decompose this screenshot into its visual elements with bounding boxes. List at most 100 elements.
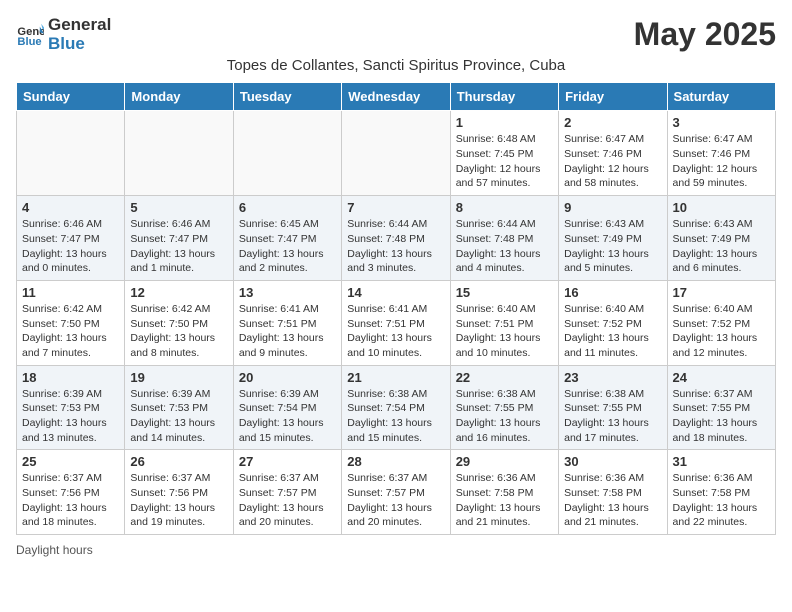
day-header-thursday: Thursday	[450, 83, 558, 111]
calendar-cell: 18 Sunrise: 6:39 AM Sunset: 7:53 PM Dayli…	[17, 365, 125, 450]
day-info: Sunrise: 6:40 AM Sunset: 7:52 PM Dayligh…	[673, 303, 758, 359]
svg-text:Blue: Blue	[17, 35, 41, 47]
calendar-cell: 25Sunrise: 6:37 AM Sunset: 7:56 PM Dayli…	[17, 450, 125, 535]
day-number: 22	[456, 370, 553, 385]
calendar-cell: 2Sunrise: 6:47 AM Sunset: 7:46 PM Daylig…	[559, 111, 667, 196]
day-info: Sunrise: 6:39 AM Sunset: 7:54 PM Dayligh…	[239, 388, 324, 444]
calendar-week-4: 18 Sunrise: 6:39 AM Sunset: 7:53 PM Dayli…	[17, 365, 776, 450]
page-header: General Blue General Blue May 2025	[16, 16, 776, 53]
calendar-cell: 22 Sunrise: 6:38 AM Sunset: 7:55 PM Dayli…	[450, 365, 558, 450]
calendar-cell: 7Sunrise: 6:44 AM Sunset: 7:48 PM Daylig…	[342, 196, 450, 281]
day-number: 17	[673, 285, 770, 300]
calendar-cell: 30 Sunrise: 6:36 AM Sunset: 7:58 PM Dayli…	[559, 450, 667, 535]
calendar-cell: 15 Sunrise: 6:40 AM Sunset: 7:51 PM Dayli…	[450, 280, 558, 365]
day-header-tuesday: Tuesday	[233, 83, 341, 111]
day-info: Sunrise: 6:42 AM Sunset: 7:50 PM Dayligh…	[130, 303, 215, 359]
calendar-cell: 17 Sunrise: 6:40 AM Sunset: 7:52 PM Dayli…	[667, 280, 775, 365]
day-info: Sunrise: 6:48 AM Sunset: 7:45 PM Dayligh…	[456, 133, 541, 189]
day-number: 12	[130, 285, 227, 300]
day-info: Sunrise: 6:37 AM Sunset: 7:57 PM Dayligh…	[347, 472, 432, 528]
month-title: May 2025	[634, 16, 776, 53]
calendar-cell: 29 Sunrise: 6:36 AM Sunset: 7:58 PM Dayli…	[450, 450, 558, 535]
calendar-cell: 19 Sunrise: 6:39 AM Sunset: 7:53 PM Dayli…	[125, 365, 233, 450]
day-number: 5	[130, 200, 227, 215]
day-info: Sunrise: 6:46 AM Sunset: 7:47 PM Dayligh…	[22, 218, 107, 274]
day-header-saturday: Saturday	[667, 83, 775, 111]
day-number: 4	[22, 200, 119, 215]
day-header-friday: Friday	[559, 83, 667, 111]
day-number: 14	[347, 285, 444, 300]
day-info: Sunrise: 6:46 AM Sunset: 7:47 PM Dayligh…	[130, 218, 215, 274]
calendar-cell: 20 Sunrise: 6:39 AM Sunset: 7:54 PM Dayli…	[233, 365, 341, 450]
day-info: Sunrise: 6:44 AM Sunset: 7:48 PM Dayligh…	[456, 218, 541, 274]
day-info: Sunrise: 6:41 AM Sunset: 7:51 PM Dayligh…	[347, 303, 432, 359]
day-number: 23	[564, 370, 661, 385]
logo-general-text: General	[48, 16, 111, 35]
day-info: Sunrise: 6:36 AM Sunset: 7:58 PM Dayligh…	[456, 472, 541, 528]
day-number: 8	[456, 200, 553, 215]
day-number: 29	[456, 454, 553, 469]
day-info: Sunrise: 6:39 AM Sunset: 7:53 PM Dayligh…	[130, 388, 215, 444]
day-number: 6	[239, 200, 336, 215]
day-info: Sunrise: 6:37 AM Sunset: 7:56 PM Dayligh…	[22, 472, 107, 528]
calendar-cell: 14 Sunrise: 6:41 AM Sunset: 7:51 PM Dayli…	[342, 280, 450, 365]
calendar-week-2: 4 Sunrise: 6:46 AM Sunset: 7:47 PM Daylig…	[17, 196, 776, 281]
calendar-week-3: 11Sunrise: 6:42 AM Sunset: 7:50 PM Dayli…	[17, 280, 776, 365]
day-number: 30	[564, 454, 661, 469]
day-number: 3	[673, 115, 770, 130]
day-number: 10	[673, 200, 770, 215]
calendar-cell: 11Sunrise: 6:42 AM Sunset: 7:50 PM Dayli…	[17, 280, 125, 365]
calendar-cell: 5 Sunrise: 6:46 AM Sunset: 7:47 PM Daylig…	[125, 196, 233, 281]
day-number: 26	[130, 454, 227, 469]
day-info: Sunrise: 6:43 AM Sunset: 7:49 PM Dayligh…	[564, 218, 649, 274]
calendar-cell: 8 Sunrise: 6:44 AM Sunset: 7:48 PM Daylig…	[450, 196, 558, 281]
day-info: Sunrise: 6:40 AM Sunset: 7:51 PM Dayligh…	[456, 303, 541, 359]
day-header-wednesday: Wednesday	[342, 83, 450, 111]
calendar-cell: 27Sunrise: 6:37 AM Sunset: 7:57 PM Dayli…	[233, 450, 341, 535]
calendar-cell: 23 Sunrise: 6:38 AM Sunset: 7:55 PM Dayli…	[559, 365, 667, 450]
logo: General Blue General Blue	[16, 16, 111, 53]
day-info: Sunrise: 6:39 AM Sunset: 7:53 PM Dayligh…	[22, 388, 107, 444]
day-number: 19	[130, 370, 227, 385]
day-header-sunday: Sunday	[17, 83, 125, 111]
calendar-cell: 13Sunrise: 6:41 AM Sunset: 7:51 PM Dayli…	[233, 280, 341, 365]
day-number: 27	[239, 454, 336, 469]
day-info: Sunrise: 6:36 AM Sunset: 7:58 PM Dayligh…	[564, 472, 649, 528]
day-info: Sunrise: 6:37 AM Sunset: 7:55 PM Dayligh…	[673, 388, 758, 444]
calendar-cell: 6 Sunrise: 6:45 AM Sunset: 7:47 PM Daylig…	[233, 196, 341, 281]
day-number: 13	[239, 285, 336, 300]
day-number: 24	[673, 370, 770, 385]
daylight-label: Daylight hours	[16, 543, 93, 557]
day-number: 31	[673, 454, 770, 469]
calendar-cell: 24 Sunrise: 6:37 AM Sunset: 7:55 PM Dayli…	[667, 365, 775, 450]
day-number: 9	[564, 200, 661, 215]
day-info: Sunrise: 6:36 AM Sunset: 7:58 PM Dayligh…	[673, 472, 758, 528]
calendar-cell	[342, 111, 450, 196]
day-info: Sunrise: 6:38 AM Sunset: 7:55 PM Dayligh…	[564, 388, 649, 444]
day-number: 18	[22, 370, 119, 385]
calendar-week-5: 25Sunrise: 6:37 AM Sunset: 7:56 PM Dayli…	[17, 450, 776, 535]
day-info: Sunrise: 6:38 AM Sunset: 7:55 PM Dayligh…	[456, 388, 541, 444]
calendar-cell	[233, 111, 341, 196]
day-info: Sunrise: 6:42 AM Sunset: 7:50 PM Dayligh…	[22, 303, 107, 359]
calendar-table: SundayMondayTuesdayWednesdayThursdayFrid…	[16, 82, 776, 535]
day-header-monday: Monday	[125, 83, 233, 111]
day-info: Sunrise: 6:43 AM Sunset: 7:49 PM Dayligh…	[673, 218, 758, 274]
calendar-cell	[17, 111, 125, 196]
day-info: Sunrise: 6:47 AM Sunset: 7:46 PM Dayligh…	[673, 133, 758, 189]
calendar-cell: 12 Sunrise: 6:42 AM Sunset: 7:50 PM Dayli…	[125, 280, 233, 365]
calendar-cell: 4 Sunrise: 6:46 AM Sunset: 7:47 PM Daylig…	[17, 196, 125, 281]
day-info: Sunrise: 6:45 AM Sunset: 7:47 PM Dayligh…	[239, 218, 324, 274]
calendar-cell: 28 Sunrise: 6:37 AM Sunset: 7:57 PM Dayli…	[342, 450, 450, 535]
calendar-cell: 1Sunrise: 6:48 AM Sunset: 7:45 PM Daylig…	[450, 111, 558, 196]
day-info: Sunrise: 6:44 AM Sunset: 7:48 PM Dayligh…	[347, 218, 432, 274]
day-info: Sunrise: 6:40 AM Sunset: 7:52 PM Dayligh…	[564, 303, 649, 359]
calendar-cell: 16Sunrise: 6:40 AM Sunset: 7:52 PM Dayli…	[559, 280, 667, 365]
day-number: 20	[239, 370, 336, 385]
calendar-header-row: SundayMondayTuesdayWednesdayThursdayFrid…	[17, 83, 776, 111]
calendar-cell: 26Sunrise: 6:37 AM Sunset: 7:56 PM Dayli…	[125, 450, 233, 535]
day-number: 28	[347, 454, 444, 469]
day-number: 15	[456, 285, 553, 300]
location-title: Topes de Collantes, Sancti Spiritus Prov…	[16, 57, 776, 74]
calendar-footer: Daylight hours	[16, 543, 776, 557]
